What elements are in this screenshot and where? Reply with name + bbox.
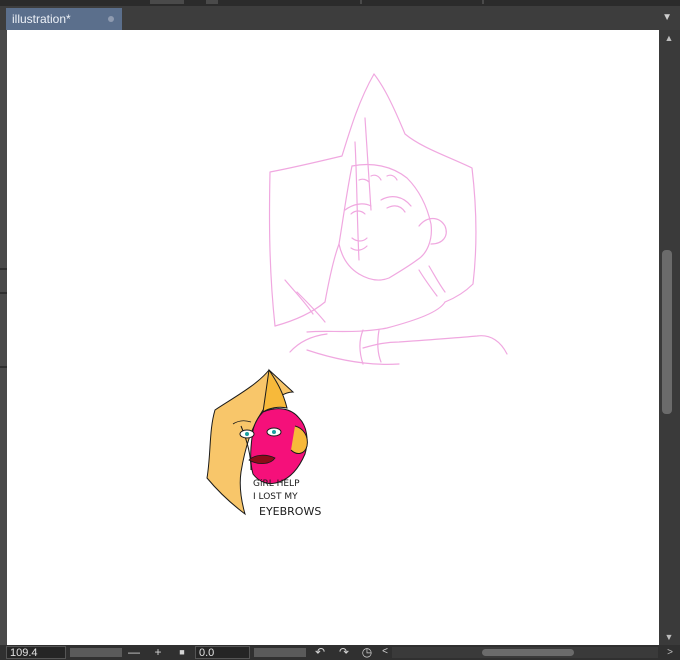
- collar-left: [274, 243, 340, 327]
- document-tab-title: illustration*: [12, 12, 71, 26]
- toolbar-divider: [360, 0, 362, 4]
- zoom-slider[interactable]: [70, 648, 122, 657]
- ear: [418, 217, 447, 245]
- neck-lines: [359, 329, 382, 365]
- chevron-down-icon[interactable]: ▼: [662, 12, 672, 23]
- left-panel-edge: [0, 30, 7, 645]
- caption-line-2: I LOST MY: [253, 492, 298, 502]
- eye-left: [344, 203, 372, 215]
- toolbar-segment: [206, 0, 218, 4]
- rotation-field[interactable]: 0.0: [195, 646, 250, 659]
- canvas-viewport[interactable]: GiRL HELP I LOST MY EYEBROWS: [7, 30, 659, 645]
- garment-line: [306, 349, 400, 365]
- document-tab[interactable]: illustration*: [6, 8, 122, 30]
- fit-to-window-button[interactable]: ■: [174, 645, 190, 660]
- rotate-left-button[interactable]: ↶: [312, 645, 328, 660]
- toolbar-divider: [482, 0, 484, 4]
- status-bar: 109.4 — + ■ 0.0 ↶ ↷ ◷ < >: [0, 645, 680, 660]
- zoom-in-button[interactable]: +: [150, 645, 166, 660]
- zoom-field[interactable]: 109.4: [6, 646, 66, 659]
- toolbar-segment: [150, 0, 184, 4]
- canvas-artwork[interactable]: GiRL HELP I LOST MY EYEBROWS: [7, 30, 659, 645]
- tab-close-dot-icon[interactable]: [108, 16, 114, 22]
- horizontal-scrollbar[interactable]: [392, 647, 658, 658]
- zoom-out-button[interactable]: —: [126, 645, 142, 660]
- forehead-jewels: [358, 174, 398, 183]
- hood-inner-fold: [354, 117, 372, 261]
- horizontal-scroll-thumb[interactable]: [482, 649, 574, 656]
- rotate-right-button[interactable]: ↷: [336, 645, 352, 660]
- eye-right: [380, 196, 412, 213]
- hood-outline-left: [268, 73, 375, 327]
- caption-line-1: GiRL HELP: [253, 479, 300, 489]
- doodle-iris-left: [245, 432, 249, 436]
- scroll-right-button[interactable]: >: [662, 645, 678, 660]
- doodle-iris-right: [272, 430, 276, 434]
- pink-sketch: [268, 73, 508, 365]
- panel-divider: [0, 292, 7, 294]
- shoulders: [289, 333, 508, 355]
- panel-divider: [0, 268, 7, 270]
- hood-outline-right: [373, 73, 477, 303]
- caption-line-3: EYEBROWS: [259, 505, 321, 518]
- collar-curve: [306, 301, 446, 333]
- panel-divider: [0, 366, 7, 368]
- doodle-caption: GiRL HELP I LOST MY EYEBROWS: [253, 479, 321, 518]
- chin: [358, 259, 418, 281]
- rotation-slider[interactable]: [254, 648, 306, 657]
- vertical-scroll-thumb[interactable]: [662, 250, 672, 414]
- document-tab-bar: illustration* ▼: [0, 6, 680, 31]
- chevron-down-icon[interactable]: ▼: [664, 632, 674, 642]
- chevron-up-icon[interactable]: ▲: [664, 33, 674, 43]
- scroll-left-button[interactable]: <: [377, 645, 393, 660]
- hatching: [284, 265, 446, 323]
- vertical-scrollbar[interactable]: ▲ ▼: [659, 30, 680, 645]
- reset-rotation-button[interactable]: ◷: [359, 645, 375, 660]
